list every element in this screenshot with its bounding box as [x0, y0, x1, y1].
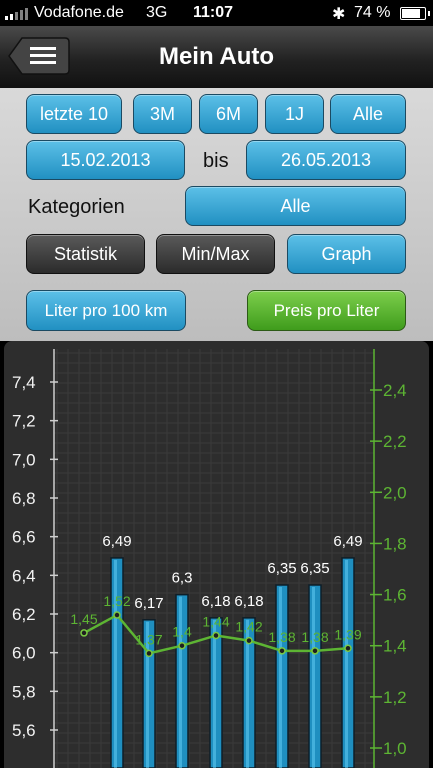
bar-value-label: 6,35 [300, 560, 329, 577]
bar-highlight [179, 596, 182, 768]
bar-highlight [213, 619, 216, 768]
bar-value-label: 6,35 [267, 560, 296, 577]
navigation-bar: Mein Auto [0, 26, 433, 89]
price-value-label: 1,4 [172, 624, 192, 640]
carrier-name: Vodafone.de [34, 4, 124, 21]
period-button-3m[interactable]: 3M [133, 94, 192, 134]
clock: 11:07 [193, 4, 234, 21]
battery-percent: 74 % [354, 4, 391, 21]
price-value-label: 1,44 [202, 613, 229, 629]
price-point [145, 649, 153, 658]
price-point [245, 636, 253, 645]
price-value-label: 1,38 [268, 629, 295, 645]
bar-value-label: 6,18 [234, 593, 263, 610]
tab-statistik[interactable]: Statistik [26, 234, 145, 274]
filter-panel: letzte 10 3M 6M 1J Alle 15.02.2013 bis 2… [0, 88, 433, 341]
price-value-label: 1,37 [135, 631, 162, 647]
bluetooth-icon: ✱ [332, 6, 346, 23]
status-bar: Vodafone.de 3G 11:07 ✱ 74 % [0, 0, 433, 26]
price-value-label: 1,39 [334, 626, 361, 642]
date-to-field[interactable]: 26.05.2013 [246, 140, 406, 180]
right-axis-tick-label: 2,2 [383, 432, 407, 451]
signal-icon [5, 8, 28, 20]
battery-icon [400, 7, 430, 20]
price-point [212, 631, 220, 640]
bar-value-label: 6,3 [172, 570, 193, 587]
bar-value-label: 6,17 [134, 595, 163, 612]
left-axis-tick-label: 6,4 [12, 566, 36, 585]
right-axis-tick-label: 2,4 [383, 381, 407, 400]
price-value-label: 1,45 [70, 611, 97, 627]
bar-highlight [279, 587, 282, 768]
right-axis-tick-label: 2,0 [383, 483, 407, 502]
left-axis-tick-label: 6,2 [12, 605, 36, 624]
network-type: 3G [146, 4, 168, 21]
tab-min-max[interactable]: Min/Max [156, 234, 275, 274]
left-axis-tick-label: 6,0 [12, 644, 36, 663]
category-select[interactable]: Alle [185, 186, 406, 226]
right-axis-tick-label: 1,6 [383, 586, 407, 605]
bar-highlight [345, 559, 348, 768]
left-axis-tick-label: 7,2 [12, 412, 36, 431]
period-button-1j[interactable]: 1J [265, 94, 324, 134]
price-point [113, 611, 121, 619]
period-button-alle[interactable]: Alle [330, 94, 406, 134]
right-axis-tick-label: 1,0 [383, 739, 407, 758]
left-axis-tick-label: 6,8 [12, 489, 36, 508]
bar-value-label: 6,49 [102, 533, 131, 550]
right-axis-tick-label: 1,4 [383, 637, 407, 656]
category-label: Kategorien [28, 196, 125, 218]
price-value-label: 1,38 [301, 629, 328, 645]
chart-canvas: 5,6 5,8 6,0 6,2 6,4 6,6 6,8 7,0 7,2 7,4 1,0 1,2 1,4 1… [12, 349, 407, 768]
right-axis-tick-label: 1,2 [383, 688, 407, 707]
price-value-label: 1,52 [103, 593, 130, 609]
price-point [344, 644, 352, 653]
left-axis-tick-label: 6,6 [12, 528, 36, 547]
left-axis-tick-label: 5,8 [12, 682, 36, 701]
page-title: Mein Auto [158, 43, 275, 70]
left-axis-tick-label: 7,4 [12, 373, 36, 392]
price-point [311, 647, 319, 655]
bar-highlight [312, 587, 315, 768]
period-button-last10[interactable]: letzte 10 [26, 94, 122, 134]
left-axis-tick-label: 7,0 [12, 450, 36, 469]
date-from-field[interactable]: 15.02.2013 [26, 140, 185, 180]
left-axis-tick-label: 5,6 [12, 721, 36, 740]
bar-highlight [114, 559, 117, 768]
period-button-6m[interactable]: 6M [199, 94, 258, 134]
right-axis-tick-label: 1,8 [383, 534, 407, 553]
price-point [80, 629, 88, 637]
date-separator: bis [203, 150, 229, 172]
price-point [278, 647, 286, 655]
consumption-chart: 5,6 5,8 6,0 6,2 6,4 6,6 6,8 7,0 7,2 7,4 1,0 1,2 1,4 1… [4, 341, 429, 768]
metric-liter-button[interactable]: Liter pro 100 km [26, 290, 186, 331]
price-point [178, 641, 186, 650]
price-value-label: 1,42 [235, 619, 262, 635]
bar-value-label: 6,49 [333, 533, 362, 550]
bar-value-label: 6,18 [201, 593, 230, 610]
tab-graph[interactable]: Graph [287, 234, 406, 274]
metric-price-button[interactable]: Preis pro Liter [247, 290, 406, 331]
